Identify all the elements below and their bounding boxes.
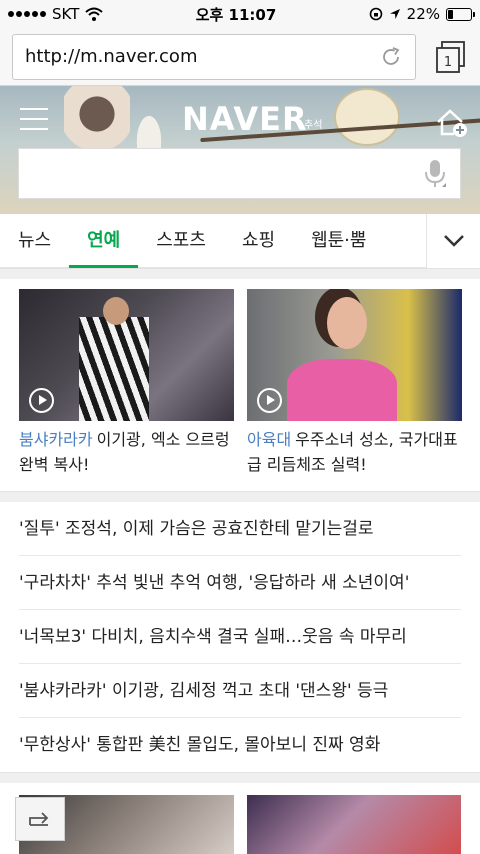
microphone-icon[interactable]: [424, 159, 446, 189]
share-button[interactable]: [15, 797, 65, 841]
tab-webtoon[interactable]: 웹툰·뿜: [293, 214, 384, 268]
section-divider: [0, 491, 480, 502]
tab-shopping[interactable]: 쇼핑: [224, 214, 293, 268]
naver-header: NAVER 추석: [0, 86, 480, 214]
headline-item[interactable]: '질투' 조정석, 이제 가슴은 공효진한테 맡기는걸로: [19, 502, 461, 556]
battery-icon: [446, 7, 475, 21]
headline-item[interactable]: '무한상사' 통합판 美친 몰입도, 몰아보니 진짜 영화: [19, 718, 461, 772]
tab-count: 1: [444, 55, 452, 70]
signal-icon: [8, 11, 46, 17]
naver-logo[interactable]: NAVER: [182, 100, 308, 138]
url-text: http://m.naver.com: [25, 46, 198, 67]
rotation-lock-icon: [369, 7, 382, 21]
more-video-cards: [0, 783, 480, 854]
browser-toolbar: http://m.naver.com 1: [0, 28, 480, 86]
url-field[interactable]: http://m.naver.com: [12, 33, 416, 80]
location-icon: [389, 9, 400, 19]
home-add-icon[interactable]: [436, 108, 468, 138]
tabs-icon: 1: [436, 40, 465, 73]
program-tag[interactable]: 아육대: [247, 430, 291, 449]
tab-sports[interactable]: 스포츠: [138, 214, 224, 268]
clock: 오후 11:07: [195, 5, 277, 24]
video-card[interactable]: 아육대 우주소녀 성소, 국가대표급 리듬체조 실력!: [247, 289, 462, 477]
video-card[interactable]: 붐샤카라카 이기광, 엑소 으르렁 완벽 복사!: [19, 289, 234, 477]
tabs-button[interactable]: 1: [434, 39, 468, 75]
carrier: SKT: [52, 5, 80, 23]
menu-icon[interactable]: [20, 108, 48, 130]
program-tag[interactable]: 붐샤카라카: [19, 430, 93, 449]
video-thumbnail[interactable]: [19, 289, 234, 421]
search-input[interactable]: [18, 148, 461, 199]
reload-icon[interactable]: [379, 45, 403, 69]
more-tabs-button[interactable]: [426, 214, 480, 268]
play-icon[interactable]: [29, 388, 54, 413]
share-icon: [29, 812, 49, 826]
headline-item[interactable]: '구라차차' 추석 빛낸 추억 여행, '응답하라 새 소년이여': [19, 556, 461, 610]
headline-list: '질투' 조정석, 이제 가슴은 공효진한테 맡기는걸로 '구라차차' 추석 빛…: [0, 502, 480, 772]
video-caption[interactable]: 아육대 우주소녀 성소, 국가대표급 리듬체조 실력!: [247, 427, 462, 477]
section-divider: [0, 772, 480, 783]
tab-entertainment[interactable]: 연예: [69, 214, 139, 268]
logo-subtitle: 추석: [304, 120, 323, 131]
category-tabs: 뉴스 연예 스포츠 쇼핑 웹툰·뿜: [0, 214, 480, 268]
play-icon[interactable]: [257, 388, 282, 413]
video-thumbnail[interactable]: [246, 795, 461, 854]
video-cards: 붐샤카라카 이기광, 엑소 으르렁 완벽 복사! 아육대 우주소녀 성소, 국가대표…: [0, 279, 480, 491]
video-thumbnail[interactable]: [247, 289, 462, 421]
moon-illustration: [334, 88, 400, 146]
chevron-down-icon: [443, 235, 464, 247]
section-divider: [0, 268, 480, 279]
battery-percent: 22%: [406, 5, 440, 23]
video-caption[interactable]: 붐샤카라카 이기광, 엑소 으르렁 완벽 복사!: [19, 427, 234, 477]
wifi-icon: [85, 7, 104, 21]
status-bar: SKT 오후 11:07 22%: [0, 0, 480, 28]
headline-item[interactable]: '너목보3' 다비치, 음치수색 결국 실패…웃음 속 마무리: [19, 610, 461, 664]
headline-item[interactable]: '붐샤카라카' 이기광, 김세정 꺽고 초대 '댄스왕' 등극: [19, 664, 461, 718]
tab-news[interactable]: 뉴스: [0, 214, 69, 268]
